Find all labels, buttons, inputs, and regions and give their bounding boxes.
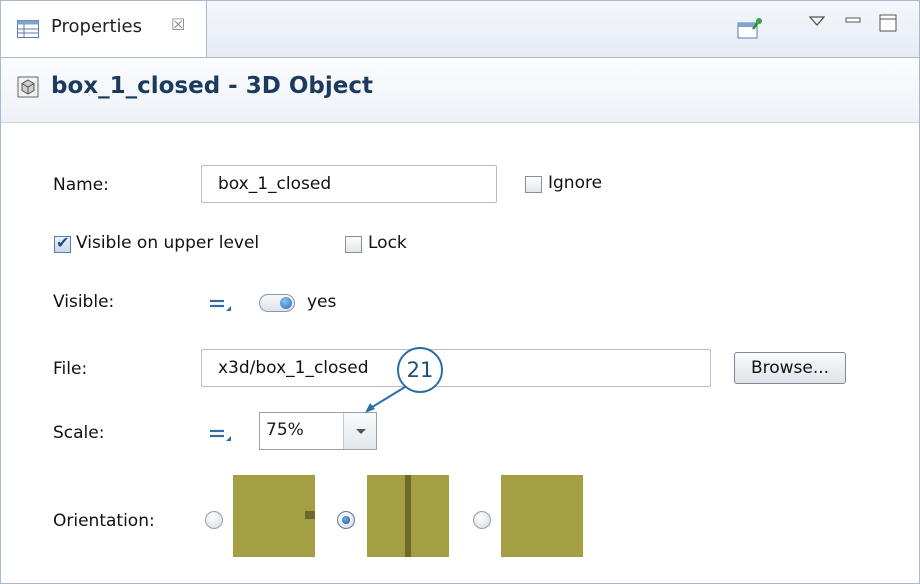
- toggle-knob: [280, 297, 292, 309]
- orientation-radio-2[interactable]: [337, 511, 355, 529]
- scale-label: Scale:: [53, 423, 105, 443]
- visible-label: Visible:: [53, 292, 115, 312]
- orientation-preview-3: [501, 475, 583, 557]
- view-menu-icon[interactable]: [809, 16, 825, 28]
- file-field[interactable]: x3d/box_1_closed: [201, 349, 711, 387]
- orientation-label: Orientation:: [53, 511, 155, 531]
- static-value-icon[interactable]: [209, 298, 231, 312]
- pin-icon[interactable]: [737, 17, 763, 41]
- orientation-radio-3[interactable]: [473, 511, 491, 529]
- ignore-checkbox[interactable]: [525, 176, 542, 193]
- object-header: box_1_closed - 3D Object: [1, 58, 919, 123]
- maximize-icon[interactable]: [879, 14, 897, 32]
- lock-label: Lock: [368, 233, 407, 253]
- visible-toggle[interactable]: [259, 294, 295, 312]
- orientation-marker: [405, 475, 411, 557]
- visible-upper-label: Visible on upper level: [76, 233, 260, 253]
- orientation-preview-2: [367, 475, 449, 557]
- name-label: Name:: [53, 175, 109, 195]
- 3d-object-icon: [17, 76, 39, 98]
- orientation-preview-1: [233, 475, 315, 557]
- close-icon[interactable]: ☒: [171, 15, 185, 34]
- properties-panel: Properties ☒ box_1_closed - 3D Object Na…: [0, 0, 920, 584]
- tab-properties[interactable]: Properties ☒: [1, 1, 207, 57]
- page-title: box_1_closed - 3D Object: [51, 73, 373, 99]
- scale-dropdown-button[interactable]: [343, 413, 376, 449]
- lock-checkbox[interactable]: [345, 236, 362, 253]
- orientation-marker: [305, 511, 315, 519]
- callout-pointer: [365, 386, 406, 413]
- name-field[interactable]: box_1_closed: [201, 165, 497, 203]
- checkmark-icon: ✔: [56, 233, 70, 252]
- scale-value: 75%: [266, 420, 304, 440]
- visible-value: yes: [307, 292, 337, 312]
- visible-upper-checkbox[interactable]: ✔: [54, 233, 71, 253]
- orientation-radio-1[interactable]: [205, 511, 223, 529]
- browse-button[interactable]: Browse...: [734, 352, 846, 384]
- minimize-icon[interactable]: [845, 16, 861, 26]
- ignore-label: Ignore: [548, 173, 603, 193]
- chevron-down-icon: [356, 429, 366, 434]
- properties-table-icon: [17, 20, 39, 38]
- callout-badge: 21: [397, 347, 443, 393]
- scale-combobox[interactable]: 75%: [259, 412, 377, 450]
- tab-bar: Properties ☒: [1, 1, 919, 58]
- static-value-icon[interactable]: [209, 428, 231, 442]
- radio-selected-dot: [342, 516, 350, 524]
- file-label: File:: [53, 359, 88, 379]
- tab-label: Properties: [51, 16, 142, 37]
